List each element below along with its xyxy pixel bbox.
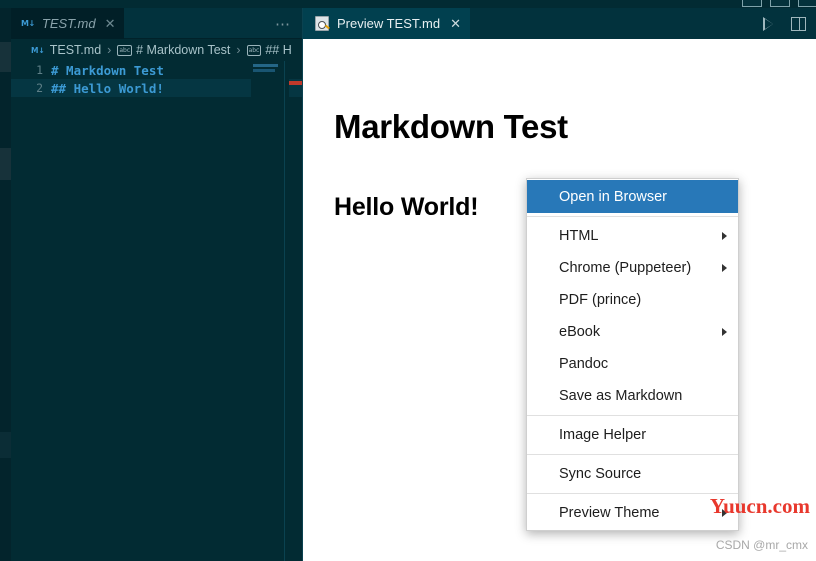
- menu-item-label: Pandoc: [559, 356, 609, 372]
- line-text: # Markdown Test: [51, 62, 164, 78]
- symbol-string-icon: abc: [117, 44, 133, 56]
- activity-bar-item-search[interactable]: [0, 148, 11, 180]
- close-button[interactable]: [798, 0, 816, 7]
- app-window: M↓ TEST.md ✕ ⋯ M↓ TEST.md › abc # Markdo…: [0, 0, 816, 561]
- menu-item-label: PDF (prince): [559, 292, 642, 308]
- minimize-button[interactable]: [742, 0, 762, 7]
- close-icon[interactable]: ✕: [450, 17, 461, 30]
- menu-item-label: Sync Source: [559, 466, 642, 482]
- maximize-button[interactable]: [770, 0, 790, 7]
- split-editor-icon[interactable]: [791, 16, 806, 31]
- minimap-line: [253, 69, 275, 72]
- menu-item-label: Save as Markdown: [559, 388, 683, 404]
- menu-item-preview-theme[interactable]: Preview Theme: [527, 497, 738, 529]
- menu-separator: [527, 415, 738, 416]
- line-number: 1: [36, 63, 43, 77]
- context-menu[interactable]: Open in Browser HTML Chrome (Puppeteer) …: [526, 178, 739, 531]
- editor-toolbar-actions: [763, 8, 806, 39]
- section-heading: Hello World!: [334, 193, 479, 221]
- breadcrumb-item-heading2[interactable]: ## H: [265, 43, 291, 57]
- tab-test-md[interactable]: M↓ TEST.md ✕: [11, 8, 125, 39]
- preview-magnifier-icon: [315, 16, 329, 31]
- breadcrumb-item-heading1[interactable]: # Markdown Test: [136, 43, 230, 57]
- tab-label: Preview TEST.md: [337, 16, 441, 31]
- activity-bar-item-settings[interactable]: [0, 432, 11, 458]
- chevron-right-icon: [722, 328, 727, 336]
- overview-ruler-marker: [289, 81, 303, 85]
- menu-item-image-helper[interactable]: Image Helper: [527, 419, 738, 451]
- menu-separator: [527, 493, 738, 494]
- breadcrumb[interactable]: M↓ TEST.md › abc # Markdown Test › abc #…: [11, 39, 303, 61]
- chevron-right-icon: [722, 264, 727, 272]
- window-titlebar: [0, 0, 816, 8]
- symbol-string-icon: abc: [246, 44, 262, 56]
- preview-tab-bar: Preview TEST.md ✕: [303, 8, 816, 39]
- watermark-primary: Yuucn.com: [709, 494, 810, 518]
- breadcrumb-item-file[interactable]: TEST.md: [50, 43, 101, 57]
- chevron-right-icon: ›: [107, 43, 112, 57]
- chevron-right-icon: ›: [236, 43, 241, 57]
- menu-item-chrome-puppeteer[interactable]: Chrome (Puppeteer): [527, 252, 738, 284]
- chevron-right-icon: [722, 232, 727, 240]
- menu-item-label: Chrome (Puppeteer): [559, 260, 692, 276]
- menu-item-ebook[interactable]: eBook: [527, 316, 738, 348]
- run-icon[interactable]: [763, 16, 773, 31]
- markdown-file-icon: M↓: [31, 45, 45, 55]
- minimap-line: [253, 64, 278, 67]
- page-title: Markdown Test: [334, 108, 568, 145]
- menu-item-html[interactable]: HTML: [527, 220, 738, 252]
- code-editor[interactable]: 1 # Markdown Test 2 ## Hello World!: [11, 61, 303, 561]
- more-actions-button[interactable]: ⋯: [275, 8, 291, 39]
- tab-preview-test-md[interactable]: Preview TEST.md ✕: [303, 8, 470, 39]
- activity-bar-item-explorer[interactable]: [0, 42, 11, 72]
- tab-label: TEST.md: [41, 16, 96, 31]
- minimap[interactable]: [251, 61, 289, 561]
- menu-item-label: Image Helper: [559, 427, 647, 443]
- watermark-secondary: CSDN @mr_cmx: [715, 538, 808, 552]
- menu-item-pdf-prince[interactable]: PDF (prince): [527, 284, 738, 316]
- menu-item-label: Open in Browser: [559, 188, 667, 205]
- menu-item-label: eBook: [559, 324, 601, 340]
- menu-item-sync-source[interactable]: Sync Source: [527, 458, 738, 490]
- markdown-file-icon: M↓: [21, 19, 35, 28]
- activity-bar[interactable]: [0, 0, 11, 561]
- line-number: 2: [36, 81, 43, 95]
- menu-separator: [527, 454, 738, 455]
- close-icon[interactable]: ✕: [105, 17, 116, 30]
- menu-item-open-in-browser[interactable]: Open in Browser: [527, 180, 738, 213]
- menu-item-label: HTML: [559, 228, 599, 244]
- line-text: ## Hello World!: [51, 80, 164, 96]
- editor-tab-bar: M↓ TEST.md ✕ ⋯: [11, 8, 303, 39]
- minimap-divider: [284, 61, 285, 561]
- menu-item-label: Preview Theme: [559, 505, 660, 521]
- menu-separator: [527, 216, 738, 217]
- menu-item-pandoc[interactable]: Pandoc: [527, 348, 738, 380]
- menu-item-save-as-markdown[interactable]: Save as Markdown: [527, 380, 738, 412]
- source-editor-group: M↓ TEST.md ✕ ⋯ M↓ TEST.md › abc # Markdo…: [11, 0, 303, 561]
